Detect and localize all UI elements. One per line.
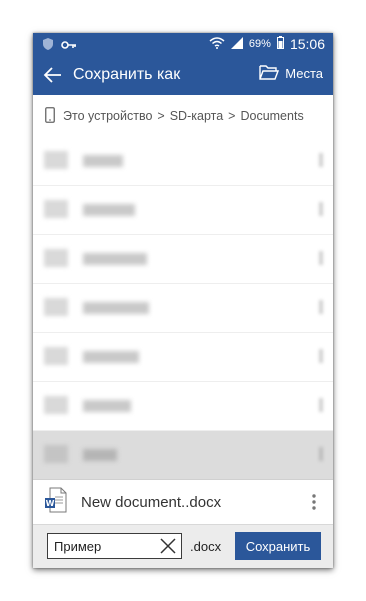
breadcrumb-separator: > xyxy=(228,109,236,123)
folder-icon xyxy=(44,396,68,414)
save-button[interactable]: Сохранить xyxy=(235,532,321,560)
list-item[interactable] xyxy=(33,186,333,235)
folder-icon xyxy=(44,298,68,316)
back-arrow-icon xyxy=(43,67,61,83)
battery-percent: 69% xyxy=(248,38,271,50)
list-item[interactable] xyxy=(33,235,333,284)
word-doc-icon: W xyxy=(45,487,67,518)
places-label: Места xyxy=(285,66,323,81)
list-item[interactable] xyxy=(33,137,333,186)
folder-icon xyxy=(44,200,68,218)
clock-time: 15:06 xyxy=(289,36,325,52)
blurred-folder-name xyxy=(83,302,149,314)
svg-text:W: W xyxy=(46,499,55,508)
breadcrumb-item-documents[interactable]: Documents xyxy=(240,109,303,123)
battery-icon xyxy=(276,36,284,52)
more-options-button[interactable] xyxy=(309,492,319,512)
list-item[interactable] xyxy=(33,284,333,333)
breadcrumb-separator: > xyxy=(157,109,165,123)
breadcrumb-item-sdcard[interactable]: SD-карта xyxy=(170,109,223,123)
list-item-selected[interactable] xyxy=(33,431,333,480)
breadcrumb: Это устройство > SD-карта > Documents xyxy=(33,95,333,138)
phone-screen: 69% 15:06 Сохранить как Места Это устрой… xyxy=(33,33,333,568)
folder-icon xyxy=(44,249,68,267)
clear-button[interactable] xyxy=(159,537,177,555)
blurred-folder-name xyxy=(83,204,135,216)
list-item[interactable] xyxy=(33,333,333,382)
vertical-dots-icon xyxy=(312,494,316,510)
extension-label: .docx xyxy=(190,539,222,554)
more-options-icon[interactable] xyxy=(319,153,323,167)
document-row[interactable]: W New document..docx xyxy=(33,480,333,524)
folder-open-icon xyxy=(259,64,280,83)
shield-icon xyxy=(43,37,53,55)
save-bar: .docx Сохранить xyxy=(33,524,333,568)
page-title: Сохранить как xyxy=(73,66,181,83)
list-item[interactable] xyxy=(33,382,333,431)
signal-icon xyxy=(230,36,243,52)
more-options-icon[interactable] xyxy=(319,398,323,412)
wifi-icon xyxy=(209,36,225,52)
more-options-icon[interactable] xyxy=(319,447,323,461)
back-button[interactable] xyxy=(41,63,65,87)
blurred-folder-name xyxy=(83,155,123,167)
more-options-icon[interactable] xyxy=(319,202,323,216)
blurred-folder-name xyxy=(83,253,147,265)
phone-device-icon xyxy=(45,106,55,126)
folder-icon xyxy=(44,151,68,169)
blurred-folder-name xyxy=(83,449,117,461)
folder-icon xyxy=(44,445,68,463)
blurred-folder-name xyxy=(83,351,139,363)
folder-icon xyxy=(44,347,68,365)
more-options-icon[interactable] xyxy=(319,349,323,363)
key-icon xyxy=(61,37,77,55)
blurred-folder-name xyxy=(83,400,131,412)
places-button[interactable]: Места xyxy=(259,64,323,83)
more-options-icon[interactable] xyxy=(319,300,323,314)
more-options-icon[interactable] xyxy=(319,251,323,265)
filename-input[interactable] xyxy=(48,534,168,558)
status-bar: 69% 15:06 xyxy=(33,33,333,55)
breadcrumb-item-device[interactable]: Это устройство xyxy=(63,109,152,123)
document-name: New document..docx xyxy=(81,493,222,511)
filename-field xyxy=(47,533,182,559)
file-list xyxy=(33,137,333,480)
close-icon xyxy=(160,538,176,554)
app-bar: Сохранить как Места xyxy=(33,55,333,95)
